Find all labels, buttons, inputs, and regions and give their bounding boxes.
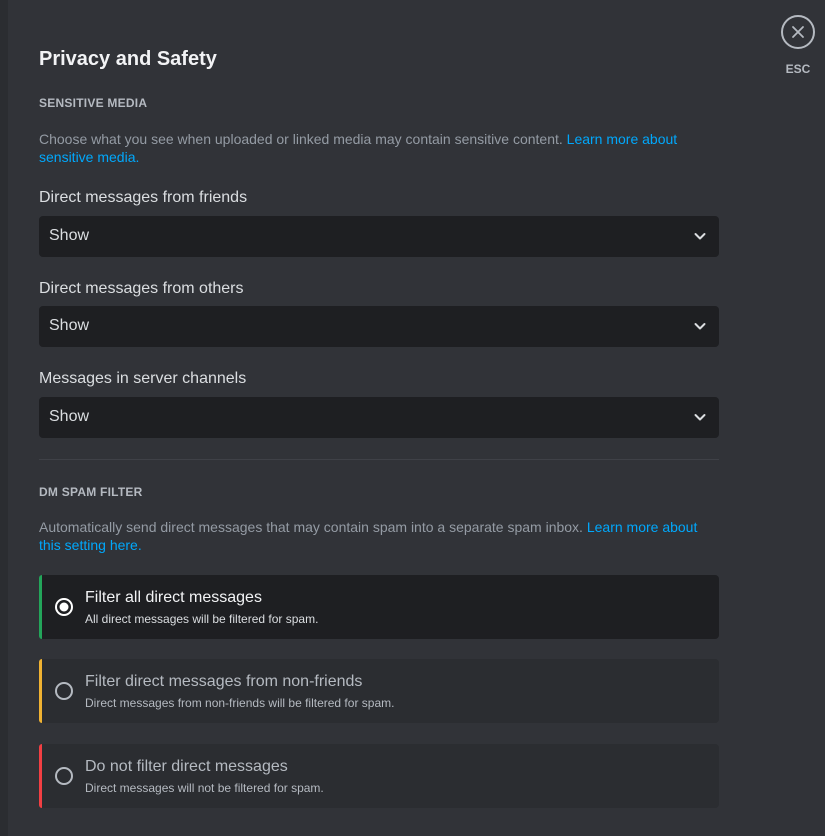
dm-spam-filter-description: Automatically send direct messages that … bbox=[39, 518, 719, 554]
section-header-sensitive-media: SENSITIVE MEDIA bbox=[39, 96, 148, 110]
radio-selected-icon bbox=[55, 598, 73, 616]
field-label-others: Direct messages from others bbox=[39, 280, 244, 297]
chevron-down-icon bbox=[694, 414, 706, 421]
section-header-dm-spam-filter: DM SPAM FILTER bbox=[39, 485, 143, 499]
dm-spam-filter-description-text: Automatically send direct messages that … bbox=[39, 519, 583, 535]
radio-accent-bar bbox=[39, 659, 42, 723]
radio-title: Filter direct messages from non-friends bbox=[85, 673, 363, 690]
radio-option-filter-non-friends[interactable]: Filter direct messages from non-friends … bbox=[39, 659, 719, 723]
radio-accent-bar bbox=[39, 575, 42, 639]
sensitive-media-description-text: Choose what you see when uploaded or lin… bbox=[39, 131, 563, 147]
sensitive-media-description: Choose what you see when uploaded or lin… bbox=[39, 130, 719, 166]
close-button[interactable] bbox=[781, 15, 815, 49]
settings-viewport: Privacy and Safety SENSITIVE MEDIA Choos… bbox=[0, 0, 825, 836]
page-title: Privacy and Safety bbox=[39, 48, 217, 70]
sidebar-edge bbox=[0, 0, 8, 836]
radio-accent-bar bbox=[39, 744, 42, 808]
radio-unselected-icon bbox=[55, 682, 73, 700]
select-server-channels-value: Show bbox=[49, 408, 90, 425]
select-server-channels[interactable]: Show bbox=[39, 397, 719, 438]
close-icon bbox=[792, 26, 804, 38]
radio-subtitle: Direct messages will not be filtered for… bbox=[85, 781, 324, 795]
chevron-down-icon bbox=[694, 323, 706, 330]
section-divider bbox=[39, 459, 719, 460]
radio-unselected-icon bbox=[55, 767, 73, 785]
select-others[interactable]: Show bbox=[39, 306, 719, 347]
select-others-value: Show bbox=[49, 317, 90, 334]
chevron-down-icon bbox=[694, 233, 706, 240]
field-label-server-channels: Messages in server channels bbox=[39, 370, 247, 387]
close-control: ESC bbox=[781, 15, 817, 76]
radio-option-filter-all[interactable]: Filter all direct messages All direct me… bbox=[39, 575, 719, 639]
radio-title: Do not filter direct messages bbox=[85, 758, 288, 775]
esc-label: ESC bbox=[785, 62, 811, 76]
radio-subtitle: All direct messages will be filtered for… bbox=[85, 612, 319, 626]
select-friends[interactable]: Show bbox=[39, 216, 719, 257]
radio-title: Filter all direct messages bbox=[85, 589, 262, 606]
radio-option-no-filter[interactable]: Do not filter direct messages Direct mes… bbox=[39, 744, 719, 808]
select-friends-value: Show bbox=[49, 227, 90, 244]
field-label-friends: Direct messages from friends bbox=[39, 189, 248, 206]
radio-subtitle: Direct messages from non-friends will be… bbox=[85, 696, 395, 710]
